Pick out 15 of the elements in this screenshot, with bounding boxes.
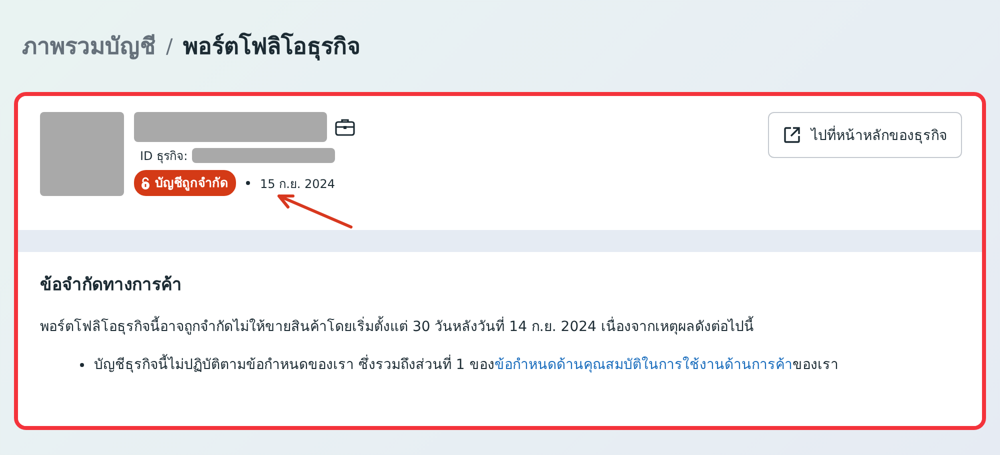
status-badge: บัญชีถูกจำกัด: [134, 170, 236, 196]
breadcrumb-separator: /: [166, 34, 173, 58]
external-link-icon: [783, 126, 801, 144]
reason-text: บัญชีธุรกิจนี้ไม่ปฏิบัติตามข้อกำหนดของเรา ซึ่งรวมถึงส่วนที่ 1 ของข้อกำหนดด้านคุณสมบัติในการใช้งานด้านการค้าของเรา: [94, 353, 838, 377]
bullet-icon: [80, 363, 84, 367]
breadcrumb-item[interactable]: พอร์ตโฟลิโอธุรกิจ: [182, 28, 360, 64]
breadcrumb-item[interactable]: ภาพรวมบัญชี: [22, 28, 156, 64]
business-id-label: ID ธุรกิจ:: [140, 148, 188, 165]
business-home-button[interactable]: ไปที่หน้าหลักของธุรกิจ: [768, 112, 962, 158]
date-text: 15 ก.ย. 2024: [260, 176, 336, 192]
description-text: พอร์ตโฟลิโอธุรกิจนี้อาจถูกจำกัดไม่ให้ขายสินค้าโดยเริ่มตั้งแต่ 30 วันหลังวันที่ 14 ก.ย. 2024 เนื่องจากเหตุผลดังต่อไปนี้: [40, 315, 960, 337]
separator-dot: [246, 181, 250, 185]
briefcase-icon: [335, 118, 355, 136]
policy-link[interactable]: ข้อกำหนดด้านคุณสมบัติในการใช้งานด้านการค้า: [494, 357, 792, 373]
section-title: ข้อจำกัดทางการค้า: [40, 274, 183, 297]
